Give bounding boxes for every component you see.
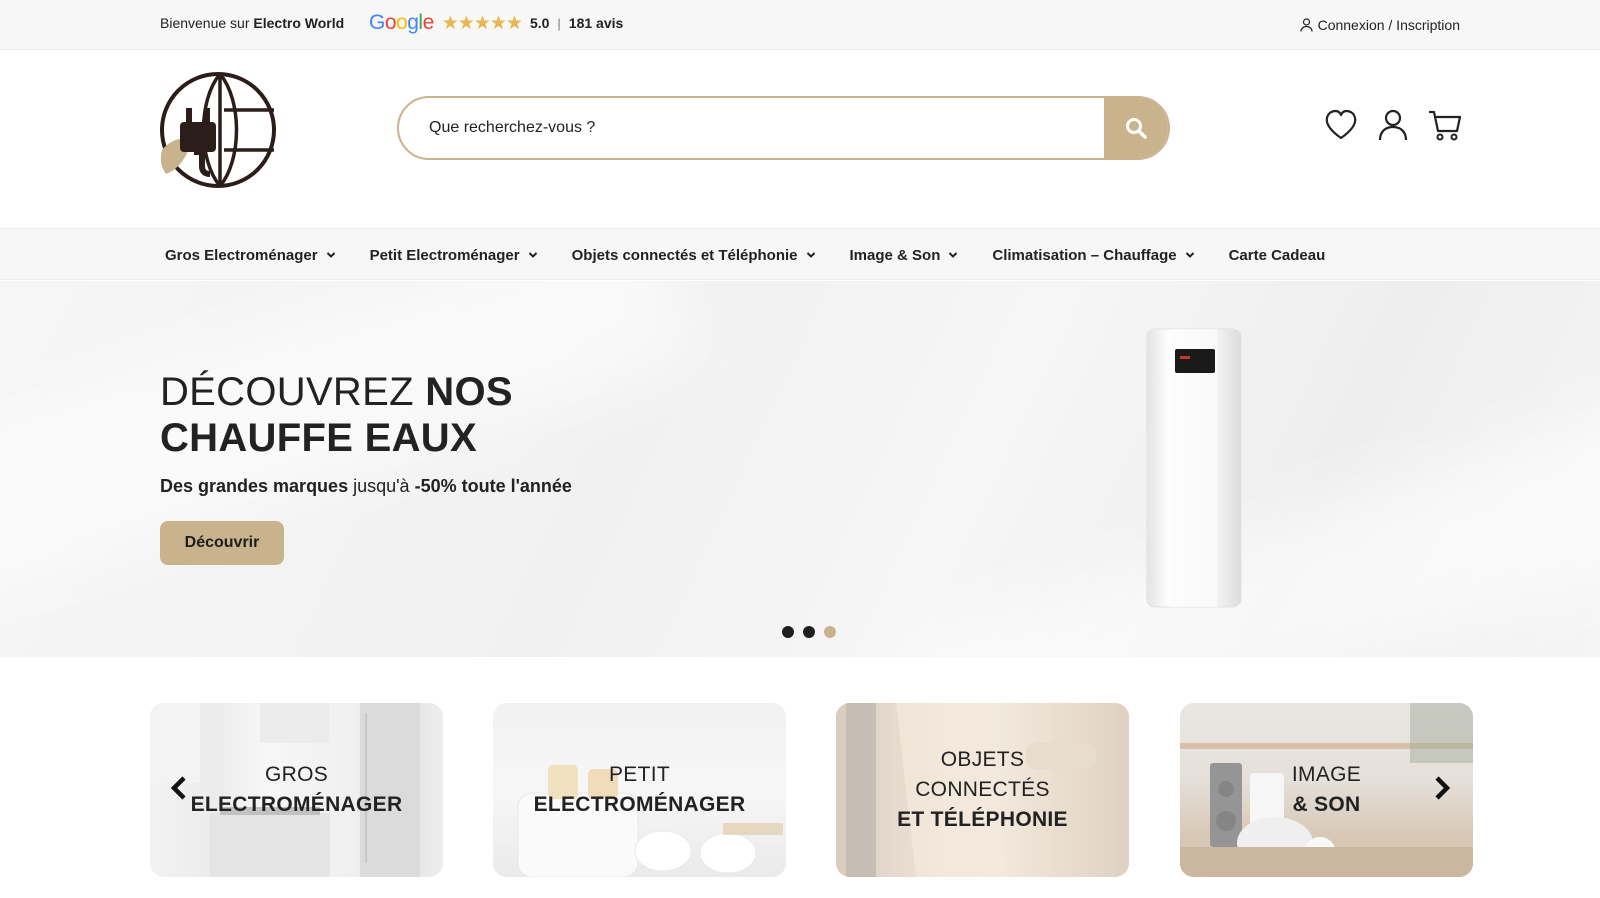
category-card-gros-electromenager[interactable]: GROS ELECTROMÉNAGER bbox=[150, 703, 443, 877]
discover-button[interactable]: Découvrir bbox=[160, 521, 284, 565]
header-actions bbox=[1324, 108, 1462, 142]
nav-item-label: Petit Electroménager bbox=[369, 246, 520, 264]
login-link[interactable]: Connexion / Inscription bbox=[1299, 17, 1460, 33]
category-label-line1b: CONNECTÉS bbox=[915, 778, 1050, 801]
water-heater-image bbox=[1146, 328, 1242, 608]
carousel-dot-1[interactable] bbox=[782, 626, 794, 638]
nav-item-label: Carte Cadeau bbox=[1228, 246, 1326, 264]
nav-item-label: Climatisation – Chauffage bbox=[992, 246, 1177, 264]
hero-title-bold: NOS bbox=[425, 370, 513, 414]
category-card-petit-electromenager[interactable]: PETIT ELECTROMÉNAGER bbox=[493, 703, 786, 877]
user-icon bbox=[1299, 18, 1313, 32]
top-bar: Bienvenue sur Electro World Google ★★★★★… bbox=[0, 0, 1600, 50]
nav-item-gros-electromenager[interactable]: Gros Electroménager bbox=[165, 247, 336, 264]
rating-value: 5.0 bbox=[529, 15, 550, 31]
carousel-next-button[interactable] bbox=[1430, 773, 1454, 803]
chevron-down-icon bbox=[949, 252, 958, 258]
category-label-line1: PETIT bbox=[608, 763, 670, 786]
hero-subtitle-light: jusqu'à bbox=[353, 476, 410, 496]
nav-item-image-son[interactable]: Image & Son bbox=[850, 247, 959, 264]
cart-icon bbox=[1429, 110, 1462, 141]
category-label-line2: & SON bbox=[1292, 793, 1361, 816]
google-logo: Google bbox=[369, 11, 434, 34]
category-carousel: GROS ELECTROMÉNAGER PETIT ELECTROMÉNAGER bbox=[150, 703, 1473, 877]
nav-item-objets-connectes[interactable]: Objets connectés et Téléphonie bbox=[572, 247, 816, 264]
search-bar bbox=[397, 96, 1170, 160]
welcome-prefix: Bienvenue sur bbox=[160, 15, 250, 31]
carousel-dots bbox=[782, 626, 836, 638]
chevron-left-icon bbox=[170, 776, 186, 800]
category-label-line2: ELECTROMÉNAGER bbox=[190, 793, 403, 816]
category-label: OBJETS CONNECTÉS ET TÉLÉPHONIE bbox=[836, 703, 1129, 877]
nav-item-petit-electromenager[interactable]: Petit Electroménager bbox=[370, 247, 538, 264]
nav-item-label: Objets connectés et Téléphonie bbox=[571, 246, 798, 264]
review-count: 181 avis bbox=[568, 15, 624, 31]
category-label: PETIT ELECTROMÉNAGER bbox=[493, 703, 786, 877]
hero-title: DÉCOUVREZ NOS CHAUFFE EAUX bbox=[160, 369, 513, 461]
carousel-prev-button[interactable] bbox=[167, 773, 191, 803]
category-card-objets-connectes[interactable]: OBJETS CONNECTÉS ET TÉLÉPHONIE bbox=[836, 703, 1129, 877]
chevron-down-icon bbox=[528, 252, 537, 258]
chevron-down-icon bbox=[326, 252, 335, 258]
welcome-text: Bienvenue sur Electro World bbox=[160, 15, 344, 31]
category-label: GROS ELECTROMÉNAGER bbox=[150, 703, 443, 877]
main-nav: Gros Electroménager Petit Electroménager… bbox=[0, 228, 1600, 280]
nav-item-carte-cadeau[interactable]: Carte Cadeau bbox=[1229, 247, 1326, 264]
category-label-line1: IMAGE bbox=[1291, 763, 1362, 786]
search-icon bbox=[1126, 118, 1147, 139]
category-label-line2: ELECTROMÉNAGER bbox=[533, 793, 746, 816]
header bbox=[0, 50, 1600, 228]
category-label-line1: GROS bbox=[264, 763, 329, 786]
nav-item-label: Gros Electroménager bbox=[165, 246, 318, 264]
hero-subtitle-bold: Des grandes marques bbox=[160, 476, 349, 496]
hero-title-bold-line2: CHAUFFE EAUX bbox=[160, 416, 477, 460]
nav-item-label: Image & Son bbox=[849, 246, 941, 264]
hero-subtitle-discount: -50% toute l'année bbox=[414, 476, 572, 496]
hero-title-light: DÉCOUVREZ bbox=[160, 370, 414, 414]
chevron-down-icon bbox=[1185, 252, 1194, 258]
search-button[interactable] bbox=[1104, 98, 1168, 158]
welcome-brand: Electro World bbox=[253, 15, 345, 31]
chevron-right-icon bbox=[1435, 776, 1451, 800]
account-icon bbox=[1378, 109, 1408, 141]
carousel-dot-3[interactable] bbox=[824, 626, 836, 638]
hero-banner: DÉCOUVREZ NOS CHAUFFE EAUX Des grandes m… bbox=[0, 281, 1600, 657]
category-label-line1: OBJETS bbox=[940, 748, 1025, 771]
chevron-down-icon bbox=[806, 252, 815, 258]
rating-stars-icon: ★★★★★ bbox=[441, 12, 523, 34]
rating-separator: | bbox=[557, 15, 561, 31]
carousel-dot-2[interactable] bbox=[803, 626, 815, 638]
wishlist-button[interactable] bbox=[1324, 108, 1358, 142]
cart-button[interactable] bbox=[1428, 108, 1462, 142]
category-label-line2: ET TÉLÉPHONIE bbox=[897, 808, 1068, 831]
login-label: Connexion / Inscription bbox=[1317, 17, 1460, 33]
heart-icon bbox=[1325, 109, 1357, 140]
hero-subtitle: Des grandes marques jusqu'à -50% toute l… bbox=[160, 476, 572, 497]
google-rating[interactable]: Google ★★★★★ 5.0 | 181 avis bbox=[369, 11, 623, 35]
account-button[interactable] bbox=[1376, 108, 1410, 142]
search-input[interactable] bbox=[399, 98, 1099, 158]
hero-light-streak bbox=[897, 365, 1600, 657]
nav-item-climatisation-chauffage[interactable]: Climatisation – Chauffage bbox=[992, 247, 1194, 264]
electro-world-logo[interactable] bbox=[158, 70, 278, 190]
